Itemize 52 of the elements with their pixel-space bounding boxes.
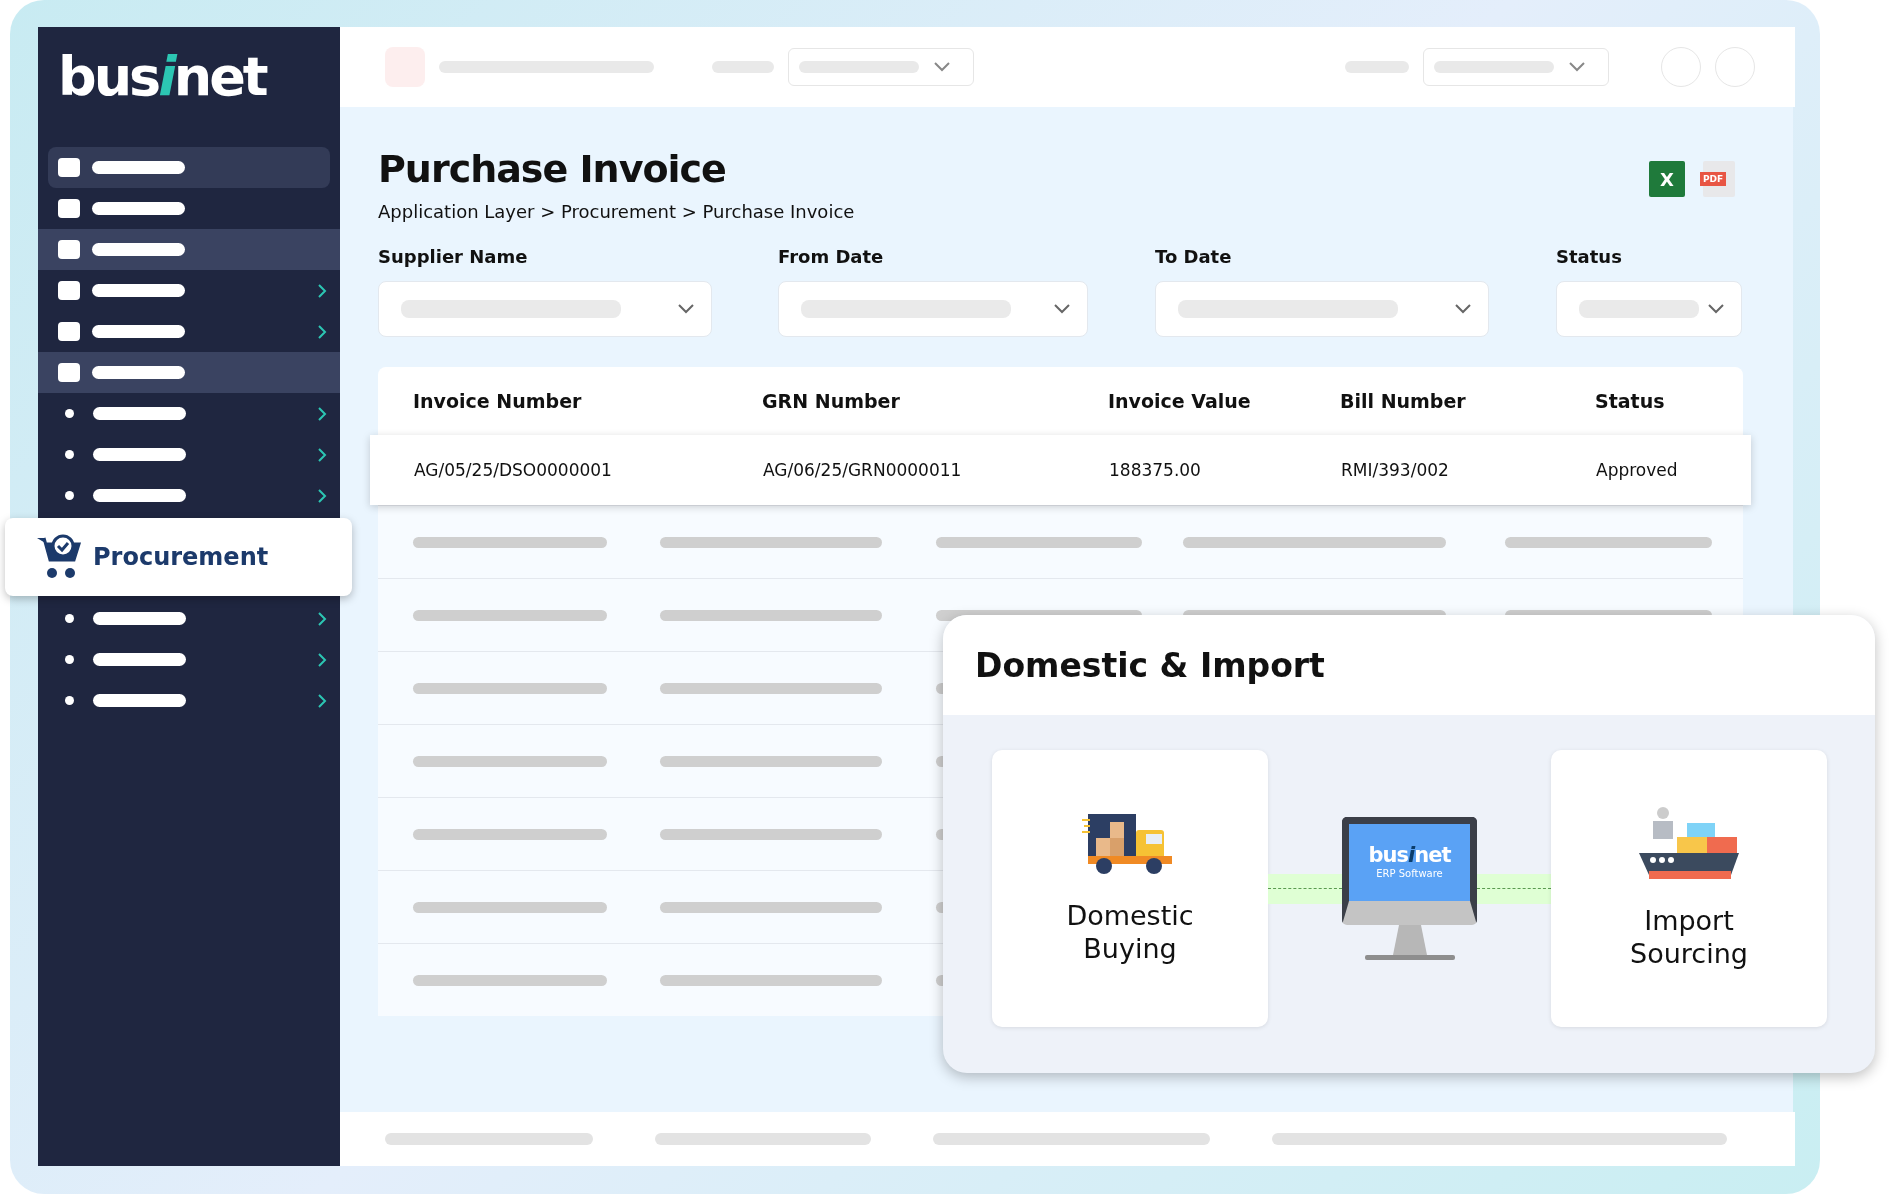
chevron-down-icon bbox=[1707, 303, 1725, 315]
table-cell-text: AG/05/25/DSO0000001 bbox=[414, 460, 613, 480]
sidebar-item[interactable]: Procurement bbox=[5, 518, 352, 596]
menu-dot-icon bbox=[65, 409, 74, 418]
menu-square-icon bbox=[58, 322, 80, 341]
monitor-stand-icon bbox=[1364, 924, 1455, 961]
cart-check-icon bbox=[35, 534, 83, 580]
menu-square-icon bbox=[58, 363, 80, 382]
page-title: Purchase Invoice bbox=[378, 147, 727, 191]
sidebar-item[interactable] bbox=[38, 352, 340, 393]
column-header: GRN Number bbox=[762, 390, 901, 412]
chevron-down-icon bbox=[1454, 303, 1472, 315]
filter-label: Status bbox=[1556, 246, 1623, 267]
table-cell-text: Approved bbox=[1596, 460, 1679, 480]
chevron-down-icon bbox=[1053, 303, 1071, 315]
overlay-title: Domestic & Import bbox=[975, 645, 1325, 685]
menu-square-icon bbox=[58, 199, 80, 218]
filter-label: From Date bbox=[778, 246, 885, 267]
chevron-down-icon bbox=[933, 61, 951, 73]
column-header: Status bbox=[1595, 390, 1666, 412]
menu-dot-icon bbox=[65, 614, 74, 623]
option-card[interactable]: Import Sourcing bbox=[1551, 750, 1827, 1027]
menu-dot-icon bbox=[65, 450, 74, 459]
pdf-export-button[interactable]: PDF bbox=[1703, 161, 1735, 197]
column-header: Bill Number bbox=[1340, 390, 1467, 412]
option-label: Import Sourcing bbox=[1629, 905, 1749, 970]
table-cell-text: RMI/393/002 bbox=[1341, 460, 1450, 480]
chevron-down-icon bbox=[1568, 61, 1586, 73]
column-header: Invoice Value bbox=[1108, 390, 1252, 412]
option-card[interactable]: Domestic Buying bbox=[992, 750, 1268, 1027]
column-header: Invoice Number bbox=[413, 390, 583, 412]
menu-dot-icon bbox=[65, 696, 74, 705]
table-cell-text: AG/06/25/GRN0000011 bbox=[763, 460, 963, 480]
logo: businet bbox=[57, 44, 268, 110]
filter-label: Supplier Name bbox=[378, 246, 529, 267]
table-cell-text: 188375.00 bbox=[1109, 460, 1202, 480]
menu-square-icon bbox=[58, 240, 80, 259]
sidebar-item-label: Procurement bbox=[93, 543, 269, 571]
chevron-down-icon bbox=[677, 303, 695, 315]
option-label: Domestic Buying bbox=[1065, 900, 1195, 965]
sidebar-item[interactable] bbox=[38, 229, 340, 270]
breadcrumb: Application Layer > Procurement > Purchase Invoice bbox=[378, 201, 855, 222]
sidebar-item[interactable] bbox=[48, 147, 330, 188]
menu-dot-icon bbox=[65, 655, 74, 664]
monitor-logo: businet bbox=[1368, 845, 1451, 866]
menu-square-icon bbox=[58, 158, 80, 177]
monitor-caption: ERP Software bbox=[1376, 868, 1443, 879]
filter-label: To Date bbox=[1155, 246, 1233, 267]
excel-export-button[interactable]: X bbox=[1649, 161, 1685, 197]
menu-dot-icon bbox=[65, 491, 74, 500]
menu-square-icon bbox=[58, 281, 80, 300]
table-row[interactable]: AG/05/25/DSO0000001 AG/06/25/GRN0000011 188375.00 RMI/393/002 Approved bbox=[370, 435, 1751, 505]
